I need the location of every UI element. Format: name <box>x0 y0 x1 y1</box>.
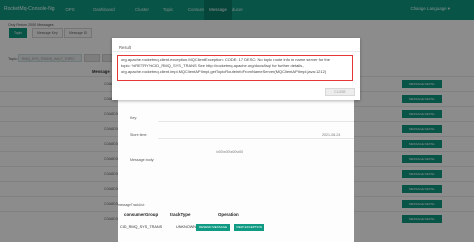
message-body-value: \x00\x00\x00\x00 <box>216 150 244 154</box>
header-operation: Operation <box>218 212 239 217</box>
message-track-label: messageTrackList: <box>118 203 145 207</box>
store-time-label: Store time: <box>130 133 148 137</box>
error-line: org.apache.rocketmq.client.impl.MQClient… <box>121 69 327 74</box>
error-message-box: org.apache.rocketmq.client.exception.MQC… <box>117 55 353 81</box>
close-button[interactable]: CLOSE <box>325 88 355 96</box>
result-dialog: Result org.apache.rocketmq.client.except… <box>112 38 360 100</box>
track-type-value: UNKNOWN <box>176 225 197 229</box>
header-consumer-group: consumerGroup <box>124 212 159 217</box>
view-exception-button[interactable]: VIEW EXCEPTION <box>234 224 264 231</box>
resend-message-button[interactable]: RESEND MESSAGE <box>196 224 230 231</box>
store-time-field <box>158 132 354 139</box>
dialog-divider <box>112 51 360 52</box>
message-body-label: Message body: <box>130 158 155 162</box>
header-track-type: trackType <box>170 212 191 217</box>
consumer-group-value: CID_RMQ_SYS_TRANS <box>120 225 163 229</box>
key-field <box>158 115 354 122</box>
dialog-title: Result <box>119 45 131 50</box>
key-label: Key: <box>130 116 138 120</box>
